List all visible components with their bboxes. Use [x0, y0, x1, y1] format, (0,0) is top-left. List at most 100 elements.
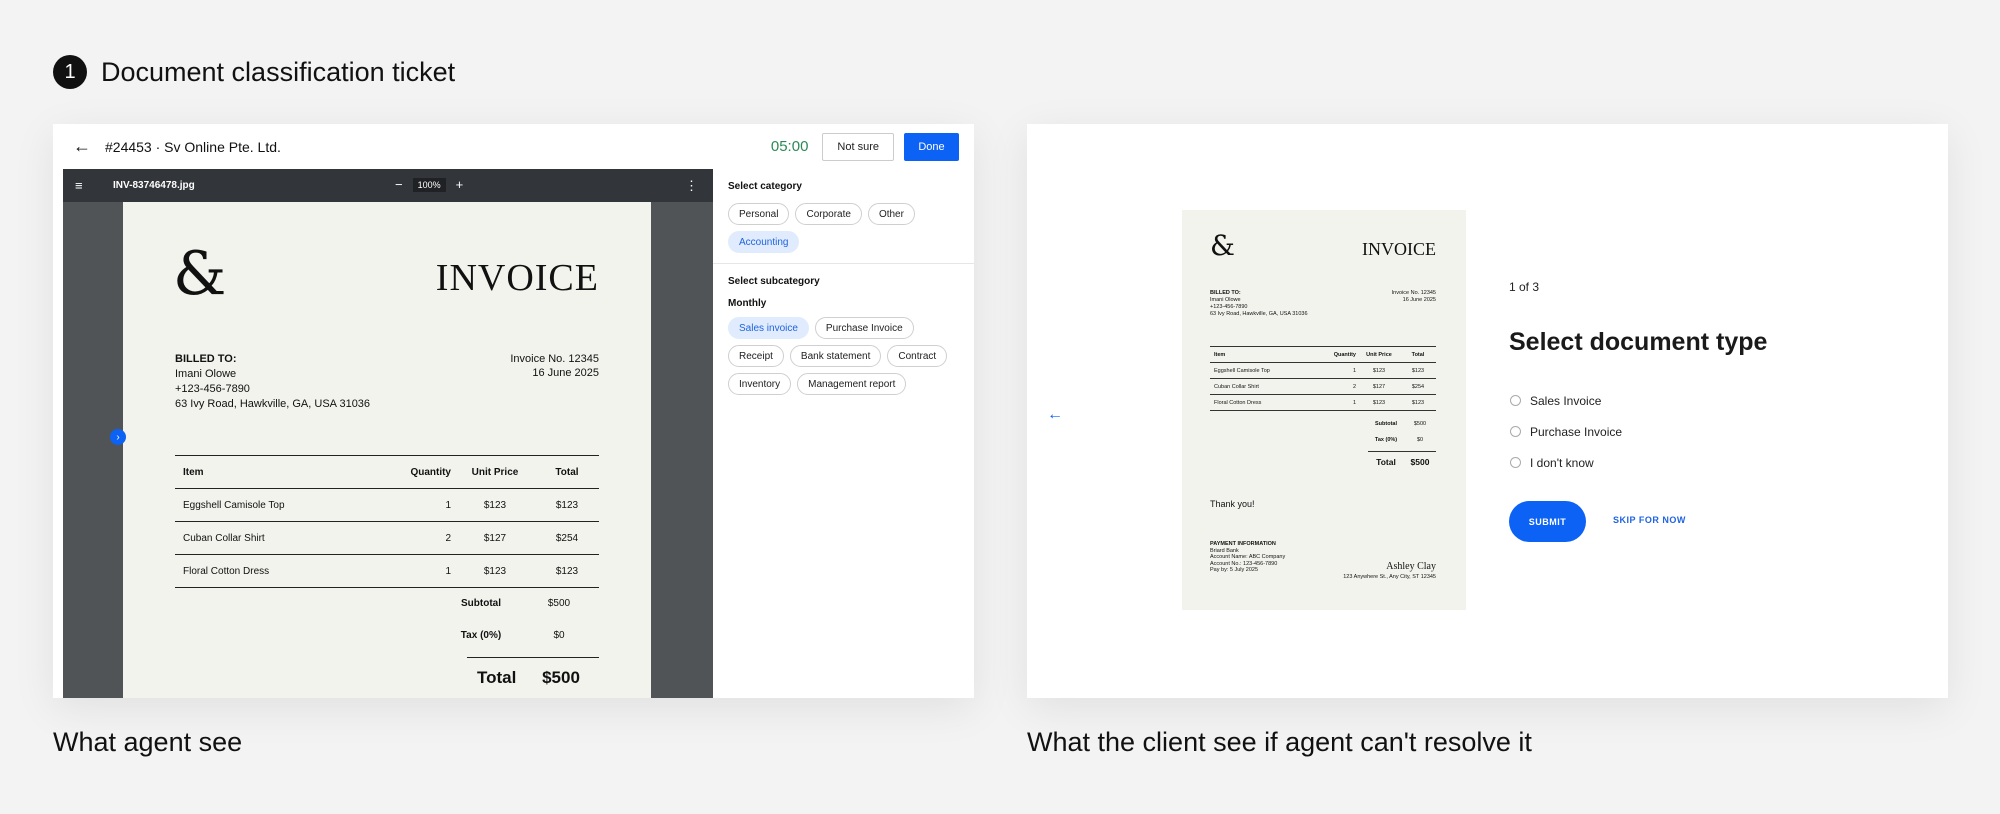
- cell: $123: [1400, 394, 1436, 411]
- radio-button[interactable]: [1510, 426, 1521, 437]
- countdown-timer: 05:00: [770, 138, 809, 155]
- tax-label: Tax (0%): [460, 630, 502, 641]
- subcategory-chips: Sales invoice Purchase Invoice Receipt B…: [728, 317, 959, 395]
- next-page-icon[interactable]: ›: [110, 429, 126, 445]
- arrow-left-icon[interactable]: ←: [1047, 406, 1063, 424]
- cell: 1: [375, 554, 455, 588]
- table-header-row: Item Quantity Unit Price Total: [175, 455, 599, 489]
- thank-you-note: Thank you!: [1210, 499, 1255, 509]
- chip-bank-statement[interactable]: Bank statement: [789, 345, 882, 367]
- cell: $127: [455, 521, 535, 555]
- signature-address: 123 Anywhere St., Any City, ST 12345: [1343, 574, 1436, 580]
- column-header: Item: [175, 455, 375, 489]
- signature-block: Ashley Clay 123 Anywhere St., Any City, …: [1343, 561, 1436, 580]
- menu-icon[interactable]: ≡: [75, 178, 101, 193]
- billed-name: Imani Olowe: [175, 368, 237, 380]
- cell: $123: [1400, 362, 1436, 379]
- subtotal-label: Subtotal: [461, 598, 501, 609]
- invoice-items-table: Item Quantity Unit Price Total Eggshell …: [1210, 346, 1436, 411]
- chip-other[interactable]: Other: [867, 203, 915, 225]
- option-sales-invoice[interactable]: Sales Invoice: [1510, 385, 1622, 416]
- billed-to: BILLED TO: Imani Olowe +123-456-7890 63 …: [175, 352, 370, 412]
- invoice-document: & INVOICE BILLED TO: Imani Olowe +123-45…: [123, 202, 651, 698]
- billed-phone: +123-456-7890: [1210, 304, 1248, 310]
- column-header: Quantity: [375, 455, 455, 489]
- more-options-icon[interactable]: ⋮: [685, 178, 698, 194]
- subcategory-title: Select subcategory: [728, 276, 820, 287]
- ticket-title: #24453 · Sv Online Pte. Ltd.: [105, 138, 281, 155]
- category-title: Select category: [728, 181, 802, 192]
- billed-address: 63 Ivy Road, Hawkville, GA, USA 31036: [1210, 311, 1308, 317]
- client-caption: What the client see if agent can't resol…: [1027, 727, 1532, 757]
- cell: $123: [1358, 394, 1400, 411]
- billed-name: Imani Olowe: [1210, 297, 1241, 303]
- radio-button[interactable]: [1510, 457, 1521, 468]
- viewer-toolbar: ≡ INV-83746478.jpg − 100% + ⋮: [63, 169, 713, 202]
- cell: Eggshell Camisole Top: [175, 488, 375, 522]
- chip-sales-invoice[interactable]: Sales invoice: [728, 317, 809, 339]
- invoice-date: 16 June 2025: [532, 367, 599, 379]
- cell: Eggshell Camisole Top: [1210, 362, 1318, 379]
- not-sure-button[interactable]: Not sure: [822, 132, 894, 161]
- step-number-badge: 1: [53, 55, 87, 89]
- cell: $127: [1358, 378, 1400, 395]
- payment-account-name: Account Name: ABC Company: [1210, 554, 1286, 560]
- subtotal-row: Subtotal $500: [1368, 421, 1436, 427]
- arrow-left-icon[interactable]: ←: [73, 136, 95, 157]
- invoice-meta: Invoice No. 12345 16 June 2025: [1392, 290, 1436, 304]
- zoom-controls: − 100% +: [395, 177, 463, 192]
- table-row: Floral Cotton Dress 1 $123 $123: [175, 554, 599, 588]
- subtotal-value: $500: [1413, 421, 1427, 427]
- option-label: Purchase Invoice: [1530, 424, 1623, 439]
- invoice-logo: &: [1210, 229, 1235, 262]
- question-title: Select document type: [1509, 328, 1768, 356]
- chip-personal[interactable]: Personal: [728, 203, 790, 225]
- tax-row: Tax (0%) $0: [443, 630, 599, 641]
- submit-button[interactable]: SUBMIT: [1509, 501, 1586, 542]
- cell: $123: [455, 554, 535, 588]
- invoice-title: INVOICE: [1362, 239, 1436, 259]
- total-value: $500: [1410, 457, 1430, 467]
- chip-accounting[interactable]: Accounting: [728, 231, 800, 253]
- total-label: Total: [477, 668, 517, 687]
- billed-address: 63 Ivy Road, Hawkville, GA, USA 31036: [175, 398, 371, 410]
- option-purchase-invoice[interactable]: Purchase Invoice: [1510, 416, 1622, 447]
- subtotal-value: $500: [547, 598, 571, 609]
- option-label: Sales Invoice: [1530, 393, 1602, 408]
- chip-receipt[interactable]: Receipt: [728, 345, 784, 367]
- chip-contract[interactable]: Contract: [887, 345, 948, 367]
- skip-for-now-link[interactable]: SKIP FOR NOW: [1613, 515, 1686, 525]
- column-header: Unit Price: [1358, 346, 1400, 363]
- cell: 1: [1318, 362, 1358, 379]
- subtotal-row: Subtotal $500: [443, 598, 599, 609]
- cell: 1: [375, 488, 455, 522]
- cell: 2: [375, 521, 455, 555]
- agent-view-panel: ← #24453 · Sv Online Pte. Ltd. 05:00 Not…: [53, 124, 974, 698]
- category-section: Select category Personal Corporate Other…: [713, 169, 974, 263]
- cell: $123: [455, 488, 535, 522]
- column-header: Item: [1210, 346, 1318, 363]
- option-dont-know[interactable]: I don't know: [1510, 447, 1622, 478]
- cell: $123: [535, 554, 599, 588]
- tax-row: Tax (0%) $0: [1368, 437, 1436, 443]
- done-button[interactable]: Done: [904, 132, 959, 161]
- radio-button[interactable]: [1510, 395, 1521, 406]
- chip-purchase-invoice[interactable]: Purchase Invoice: [814, 317, 914, 339]
- total-label: Total: [1376, 457, 1396, 467]
- zoom-out-icon[interactable]: −: [395, 177, 403, 192]
- cell: 1: [1318, 394, 1358, 411]
- cell: Floral Cotton Dress: [1210, 394, 1318, 411]
- chip-management-report[interactable]: Management report: [797, 373, 907, 395]
- file-name: INV-83746478.jpg: [113, 180, 195, 191]
- subtotal-label: Subtotal: [1375, 421, 1397, 427]
- total-value: $500: [542, 668, 580, 687]
- chip-corporate[interactable]: Corporate: [795, 203, 862, 225]
- zoom-in-icon[interactable]: +: [456, 177, 464, 192]
- chip-inventory[interactable]: Inventory: [728, 373, 792, 395]
- billed-phone: +123-456-7890: [175, 383, 250, 395]
- payment-due: Pay by: 5 July 2025: [1210, 567, 1259, 573]
- tax-label: Tax (0%): [1374, 437, 1398, 443]
- invoice-number: Invoice No. 12345: [510, 353, 599, 365]
- invoice-number: Invoice No. 12345: [1391, 290, 1436, 296]
- billed-to-label: BILLED TO:: [1210, 290, 1241, 296]
